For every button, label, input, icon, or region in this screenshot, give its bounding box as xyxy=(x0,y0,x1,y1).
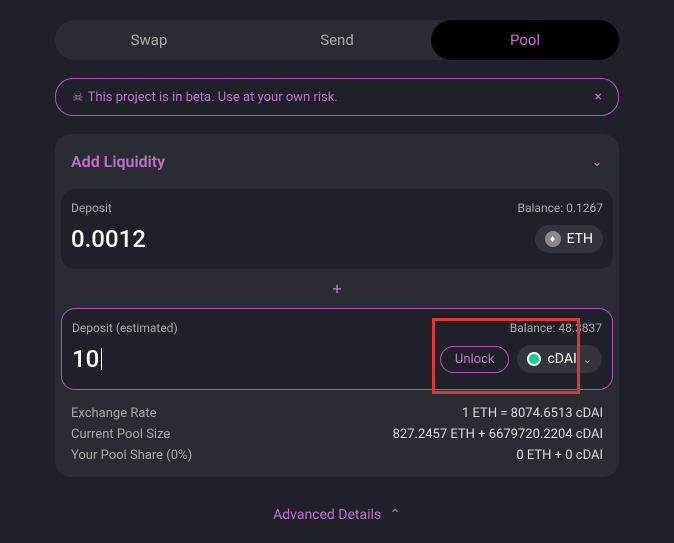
balance-1: Balance: 0.1267 xyxy=(518,201,604,215)
exchange-rate-value: 1 ETH = 8074.6513 cDAI xyxy=(462,406,603,421)
close-icon[interactable]: × xyxy=(595,89,602,105)
token-name-eth: ETH xyxy=(567,231,593,247)
pool-share-value: 0 ETH + 0 cDAI xyxy=(516,448,603,463)
pool-size-value: 827.2457 ETH + 6679720.2204 cDAI xyxy=(393,427,603,442)
token-selector-eth[interactable]: ♦ ETH xyxy=(535,225,603,253)
deposit-panel-2: Deposit (estimated) Balance: 48.3837 10 … xyxy=(61,308,613,390)
token-name-cdai: cDAI xyxy=(547,351,576,367)
beta-banner: ☠ This project is in beta. Use at your o… xyxy=(55,78,619,116)
amount-input-1[interactable]: 0.0012 xyxy=(71,225,146,253)
eth-icon: ♦ xyxy=(545,231,561,247)
tab-swap[interactable]: Swap xyxy=(55,20,243,60)
cdai-icon xyxy=(527,352,541,366)
pool-stats: Exchange Rate 1 ETH = 8074.6513 cDAI Curr… xyxy=(55,390,619,477)
balance-2: Balance: 48.3837 xyxy=(510,321,602,335)
unlock-button[interactable]: Unlock xyxy=(440,346,510,373)
exchange-rate-label: Exchange Rate xyxy=(71,406,157,421)
chevron-up-icon: ⌃ xyxy=(389,507,401,523)
banner-text: This project is in beta. Use at your own… xyxy=(88,90,338,105)
deposit-label: Deposit xyxy=(71,201,112,215)
token-selector-cdai[interactable]: cDAI ⌄ xyxy=(517,345,602,373)
liquidity-card: Add Liquidity ⌄ Deposit Balance: 0.1267 … xyxy=(55,134,619,477)
pool-size-label: Current Pool Size xyxy=(71,427,170,442)
deposit-panel-1: Deposit Balance: 0.1267 0.0012 ♦ ETH xyxy=(61,189,613,269)
chevron-down-icon: ⌄ xyxy=(583,353,592,366)
tab-send[interactable]: Send xyxy=(243,20,431,60)
tab-pool[interactable]: Pool xyxy=(431,20,619,60)
amount-input-2[interactable]: 10 xyxy=(72,345,102,373)
card-title: Add Liquidity xyxy=(71,152,165,171)
skull-icon: ☠ xyxy=(72,90,84,105)
plus-icon: + xyxy=(55,269,619,308)
pool-share-label: Your Pool Share (0%) xyxy=(71,448,192,463)
deposit-estimated-label: Deposit (estimated) xyxy=(72,321,178,335)
chevron-down-icon[interactable]: ⌄ xyxy=(591,154,603,170)
main-tabs: Swap Send Pool xyxy=(55,20,619,60)
advanced-details-toggle[interactable]: Advanced Details ⌃ xyxy=(55,477,619,523)
